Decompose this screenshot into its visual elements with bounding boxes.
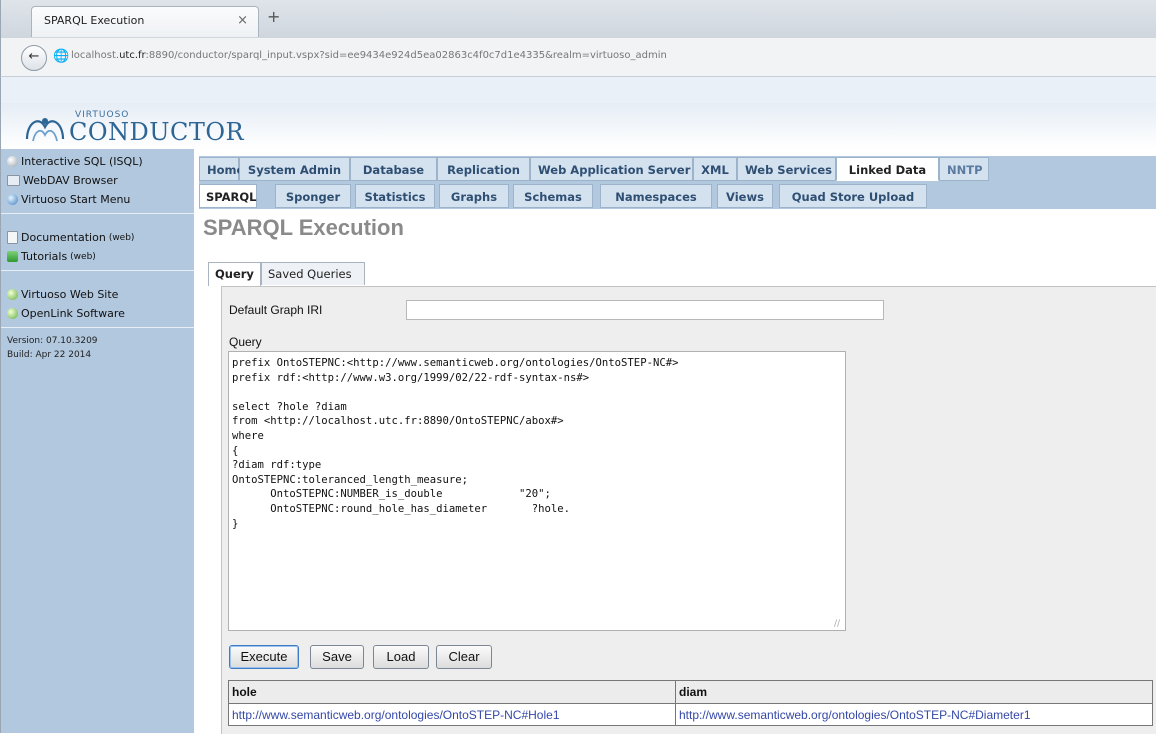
- globe-icon: [7, 308, 18, 319]
- tab-nntp[interactable]: NNTP: [939, 157, 989, 181]
- tab-sparql[interactable]: SPARQL: [199, 184, 257, 208]
- sidebar-item-isql[interactable]: Interactive SQL (ISQL): [1, 152, 194, 171]
- clear-button[interactable]: Clear: [436, 645, 492, 669]
- tab-linked-data[interactable]: Linked Data: [836, 157, 939, 181]
- load-button[interactable]: Load: [373, 645, 429, 669]
- column-header-diam: diam: [675, 680, 1153, 704]
- folder-icon: [7, 175, 20, 186]
- results-header-row: hole diam: [228, 680, 1153, 704]
- column-header-hole: hole: [228, 680, 676, 704]
- result-link-diam[interactable]: http://www.semanticweb.org/ontologies/On…: [675, 703, 1153, 726]
- sidebar-item-virtuoso-site[interactable]: Virtuoso Web Site: [1, 285, 194, 304]
- sidebar-item-documentation[interactable]: Documentation (web): [1, 228, 194, 247]
- sidebar-item-webdav[interactable]: WebDAV Browser: [1, 171, 194, 190]
- sidebar-item-label: OpenLink Software: [21, 307, 125, 320]
- sidebar-item-openlink[interactable]: OpenLink Software: [1, 304, 194, 323]
- sidebar-item-label: Virtuoso Start Menu: [21, 193, 131, 206]
- browser-nav-bar: ← 🌐 localhost.utc.fr:8890/conductor/spar…: [0, 38, 1156, 77]
- query-label: Query: [229, 335, 262, 349]
- sidebar-item-tutorials[interactable]: Tutorials (web): [1, 247, 194, 266]
- conductor-header: VIRTUOSO CONDUCTOR: [0, 103, 1156, 149]
- save-button[interactable]: Save: [310, 645, 364, 669]
- back-arrow-icon[interactable]: ←: [21, 45, 47, 71]
- default-graph-iri-input[interactable]: [406, 300, 884, 320]
- tab-schemas[interactable]: Schemas: [513, 184, 593, 208]
- sidebar-item-label: Virtuoso Web Site: [21, 288, 119, 301]
- tab-database[interactable]: Database: [350, 157, 437, 181]
- address-bar[interactable]: localhost.utc.fr:8890/conductor/sparql_i…: [71, 50, 667, 61]
- sidebar-group-links: Virtuoso Web Site OpenLink Software: [1, 271, 194, 328]
- resize-grip-icon[interactable]: ∕∕: [834, 619, 840, 629]
- browser-tab[interactable]: SPARQL Execution ×: [31, 6, 259, 37]
- tab-web-services[interactable]: Web Services: [737, 157, 836, 181]
- version-text: Version: 07.10.3209: [7, 336, 98, 346]
- tab-quad-store-upload[interactable]: Quad Store Upload: [779, 184, 927, 208]
- sidebar-item-label: WebDAV Browser: [23, 174, 118, 187]
- sidebar: Interactive SQL (ISQL) WebDAV Browser Vi…: [0, 149, 194, 733]
- sub-tabs: SPARQL Sponger Statistics Graphs Schemas…: [199, 182, 1156, 209]
- virtuoso-logo-icon: [25, 118, 65, 142]
- tab-system-admin[interactable]: System Admin: [239, 157, 350, 181]
- globe-icon: [7, 289, 18, 300]
- url-path: :8890/conductor/sparql_input.vspx?sid=ee…: [145, 50, 667, 61]
- tab-query[interactable]: Query: [208, 262, 261, 286]
- tab-sponger[interactable]: Sponger: [275, 184, 351, 208]
- page-title: SPARQL Execution: [203, 215, 404, 240]
- build-text: Build: Apr 22 2014: [7, 350, 92, 360]
- tab-saved-queries[interactable]: Saved Queries: [261, 262, 365, 285]
- tab-views[interactable]: Views: [717, 184, 773, 208]
- sidebar-group-tools: Interactive SQL (ISQL) WebDAV Browser Vi…: [1, 149, 194, 214]
- sidebar-item-label: Interactive SQL (ISQL): [21, 155, 143, 168]
- results-table: hole diam http://www.semanticweb.org/ont…: [228, 680, 1153, 726]
- sidebar-item-label: Documentation: [21, 231, 106, 244]
- tutorial-icon: [7, 251, 18, 262]
- web-suffix: (web): [108, 232, 135, 243]
- browser-tab-bar: SPARQL Execution × +: [0, 0, 1156, 38]
- logo-title: CONDUCTOR: [69, 118, 245, 146]
- tab-web-application-server[interactable]: Web Application Server: [530, 157, 693, 181]
- version-info: Version: 07.10.3209 Build: Apr 22 2014: [1, 328, 194, 362]
- tab-namespaces[interactable]: Namespaces: [600, 184, 712, 208]
- browser-toolbar-spacer: [0, 77, 1156, 103]
- tab-replication[interactable]: Replication: [437, 157, 530, 181]
- tab-graphs[interactable]: Graphs: [439, 184, 509, 208]
- table-row: http://www.semanticweb.org/ontologies/On…: [228, 703, 1153, 726]
- document-icon: [7, 231, 18, 244]
- close-tab-icon[interactable]: ×: [237, 13, 248, 28]
- sidebar-item-start-menu[interactable]: Virtuoso Start Menu: [1, 190, 194, 209]
- start-icon: [7, 194, 18, 205]
- execute-button[interactable]: Execute: [229, 645, 299, 669]
- tab-home[interactable]: Home: [199, 157, 244, 181]
- default-graph-label: Default Graph IRI: [229, 303, 323, 317]
- tab-statistics[interactable]: Statistics: [355, 184, 435, 208]
- url-host: utc.fr: [119, 50, 146, 61]
- site-globe-icon: 🌐: [53, 49, 70, 64]
- query-textarea[interactable]: prefix OntoSTEPNC:<http://www.semanticwe…: [228, 351, 846, 631]
- main-tabs: Home System Admin Database Replication W…: [199, 156, 1156, 183]
- sidebar-group-docs: Documentation (web) Tutorials (web): [1, 214, 194, 271]
- web-suffix: (web): [70, 251, 96, 262]
- result-link-hole[interactable]: http://www.semanticweb.org/ontologies/On…: [228, 703, 676, 726]
- tab-xml[interactable]: XML: [693, 157, 737, 181]
- gear-icon: [7, 156, 18, 167]
- url-prefix: localhost.: [71, 50, 120, 61]
- new-tab-icon[interactable]: +: [267, 7, 280, 26]
- sidebar-item-label: Tutorials: [21, 250, 68, 263]
- browser-tab-title: SPARQL Execution: [44, 14, 145, 27]
